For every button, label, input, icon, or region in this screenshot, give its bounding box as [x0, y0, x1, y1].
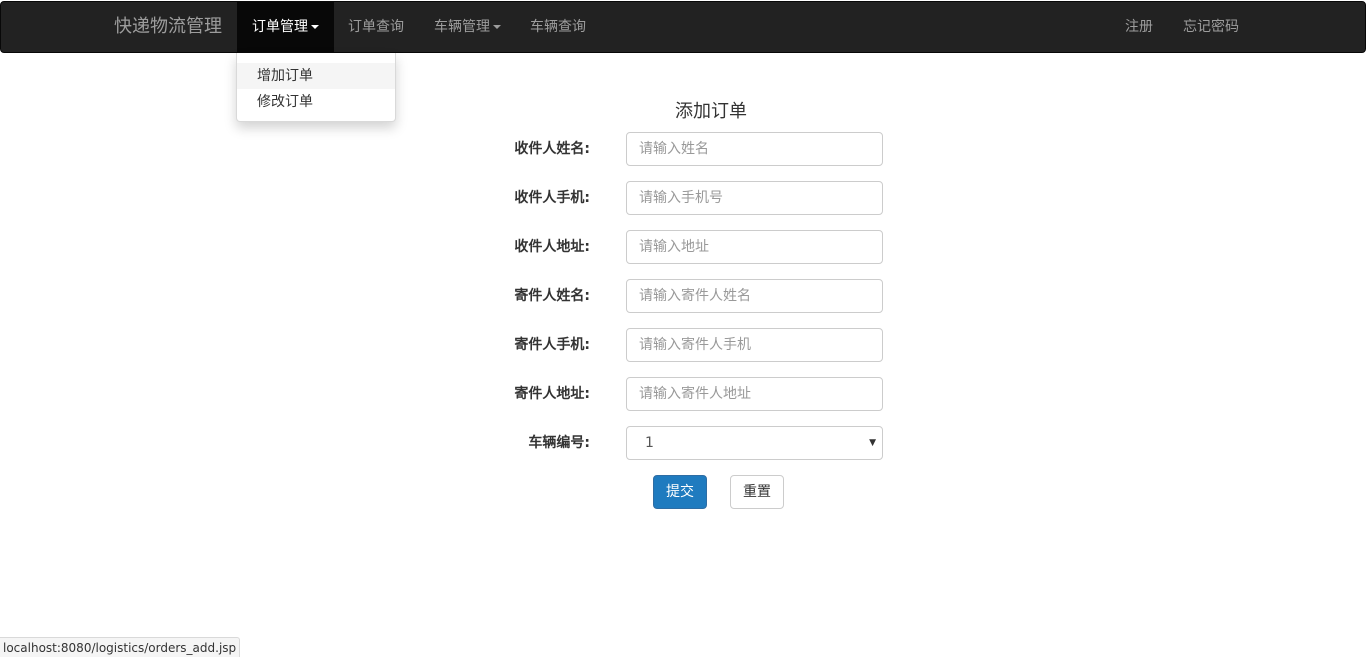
- nav-order-query-label: 订单查询: [348, 19, 404, 35]
- caret-down-icon: [311, 25, 319, 29]
- submit-button[interactable]: 提交: [653, 475, 707, 509]
- nav-order-query[interactable]: 订单查询: [348, 2, 404, 52]
- reset-button[interactable]: 重置: [730, 475, 784, 509]
- vehicle-number-select[interactable]: 1 ▼: [626, 426, 883, 460]
- nav-order-management[interactable]: 订单管理: [237, 2, 334, 52]
- sender-name-label: 寄件人姓名:: [514, 288, 590, 304]
- sender-phone-input[interactable]: [626, 328, 883, 362]
- sender-address-input[interactable]: [626, 377, 883, 411]
- form-row-sender-phone: 寄件人手机:: [440, 328, 890, 362]
- receiver-address-label: 收件人地址:: [514, 239, 590, 255]
- form-row-sender-name: 寄件人姓名:: [440, 279, 890, 313]
- form-row-receiver-name: 收件人姓名:: [440, 132, 890, 166]
- dropdown-item-edit-order[interactable]: 修改订单: [237, 89, 395, 115]
- form-row-receiver-phone: 收件人手机:: [440, 181, 890, 215]
- form-title: 添加订单: [675, 101, 747, 122]
- select-arrow-icon: ▼: [869, 438, 876, 448]
- sender-phone-label: 寄件人手机:: [514, 337, 590, 353]
- caret-down-icon: [493, 25, 501, 29]
- vehicle-number-label: 车辆编号:: [528, 435, 590, 451]
- receiver-phone-label: 收件人手机:: [514, 190, 590, 206]
- receiver-name-label: 收件人姓名:: [514, 141, 590, 157]
- nav-forgot-password[interactable]: 忘记密码: [1183, 2, 1239, 52]
- receiver-address-input[interactable]: [626, 230, 883, 264]
- vehicle-number-selected: 1: [645, 435, 654, 451]
- browser-status-url: localhost:8080/logistics/orders_add.jsp: [0, 637, 241, 657]
- form-row-vehicle-number: 车辆编号: 1 ▼: [440, 426, 890, 460]
- sender-name-input[interactable]: [626, 279, 883, 313]
- nav-vehicle-management-label: 车辆管理: [434, 19, 490, 35]
- form-row-receiver-address: 收件人地址:: [440, 230, 890, 264]
- sender-address-label: 寄件人地址:: [514, 386, 590, 402]
- form-row-sender-address: 寄件人地址:: [440, 377, 890, 411]
- nav-forgot-password-label: 忘记密码: [1183, 19, 1239, 35]
- receiver-name-input[interactable]: [626, 132, 883, 166]
- nav-vehicle-query-label: 车辆查询: [530, 19, 586, 35]
- dropdown-item-add-order[interactable]: 增加订单: [237, 63, 395, 89]
- nav-vehicle-management[interactable]: 车辆管理: [434, 2, 501, 52]
- nav-register-label: 注册: [1125, 19, 1153, 35]
- nav-register[interactable]: 注册: [1125, 2, 1153, 52]
- nav-order-management-label: 订单管理: [252, 19, 308, 35]
- receiver-phone-input[interactable]: [626, 181, 883, 215]
- brand-link[interactable]: 快递物流管理: [114, 2, 222, 52]
- nav-vehicle-query[interactable]: 车辆查询: [530, 2, 586, 52]
- order-dropdown-menu: 增加订单 修改订单: [236, 53, 396, 122]
- top-navbar: 快递物流管理 订单管理 订单查询 车辆管理 车辆查询 注册 忘记密码: [0, 1, 1366, 53]
